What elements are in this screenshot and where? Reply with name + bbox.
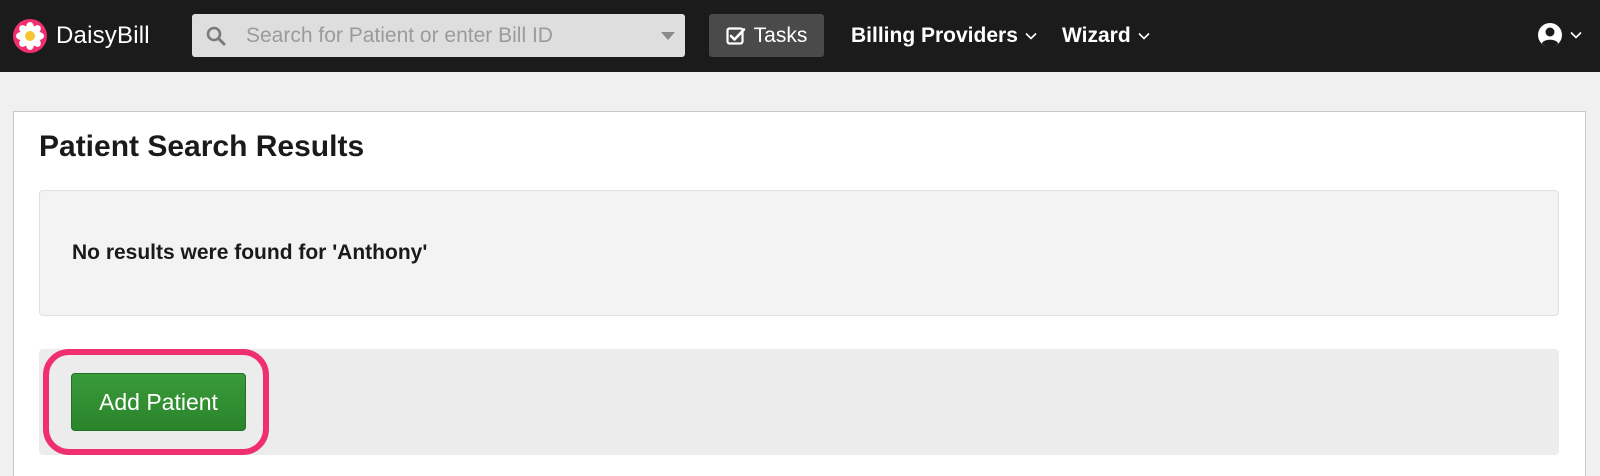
search-results-card: Patient Search Results No results were f… <box>13 111 1586 476</box>
caret-down-icon[interactable] <box>661 32 675 40</box>
results-panel: No results were found for 'Anthony' <box>39 190 1559 316</box>
chevron-down-icon <box>1570 31 1582 39</box>
no-results-message: No results were found for 'Anthony' <box>72 241 428 264</box>
add-patient-button[interactable]: Add Patient <box>71 373 246 431</box>
page-title: Patient Search Results <box>39 130 365 163</box>
brand-name: DaisyBill <box>56 22 150 49</box>
tasks-label: Tasks <box>753 23 808 47</box>
daisy-logo-icon <box>13 19 47 53</box>
checkbox-icon <box>726 26 745 45</box>
nav-billing-providers[interactable]: Billing Providers <box>851 14 1037 57</box>
chevron-down-icon <box>1138 32 1150 40</box>
search-icon <box>206 26 226 46</box>
actions-bar: Add Patient <box>39 349 1559 455</box>
chevron-down-icon <box>1025 32 1037 40</box>
search-input[interactable] <box>246 14 636 57</box>
nav-billing-providers-label: Billing Providers <box>851 23 1018 47</box>
nav-wizard[interactable]: Wizard <box>1062 14 1150 57</box>
tasks-button[interactable]: Tasks <box>709 14 824 57</box>
top-navbar: DaisyBill Tasks Billing Providers Wizard <box>0 0 1600 72</box>
user-circle-icon <box>1538 23 1562 48</box>
brand-logo[interactable]: DaisyBill <box>12 18 150 54</box>
patient-search[interactable] <box>192 14 685 57</box>
user-menu[interactable] <box>1537 21 1582 49</box>
nav-wizard-label: Wizard <box>1062 23 1131 47</box>
